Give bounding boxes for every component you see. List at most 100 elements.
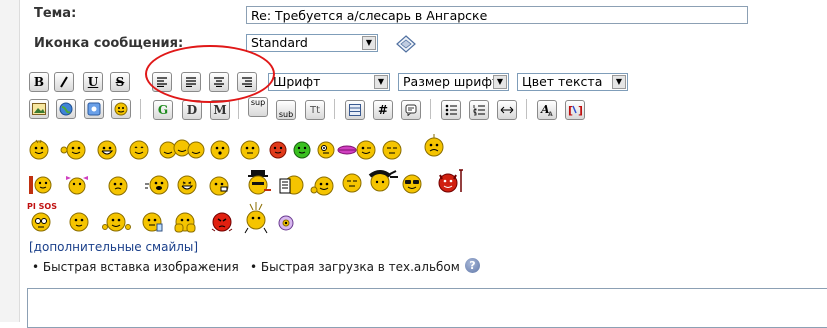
align-justify-button[interactable] xyxy=(181,72,201,92)
sos-smiley-icon[interactable] xyxy=(27,210,57,234)
shout-smiley-icon[interactable] xyxy=(143,170,173,198)
drinking-smiley-icon[interactable] xyxy=(140,209,166,235)
clapping-smiley-icon[interactable] xyxy=(102,209,132,235)
message-icon-label: Иконка сообщения: xyxy=(34,36,184,51)
toolbar-divider xyxy=(238,99,239,119)
waving-smiley-icon[interactable] xyxy=(310,172,336,198)
font-size-select[interactable]: Размер шрифта ▼ xyxy=(398,73,509,91)
toolbar-divider xyxy=(430,99,431,119)
chevron-down-icon: ▼ xyxy=(612,75,626,89)
wave-smiley-icon[interactable] xyxy=(60,136,90,162)
message-icon-select-value: Standard xyxy=(251,35,308,50)
crazy-smiley-icon[interactable] xyxy=(240,200,274,236)
more-smileys-link[interactable]: [дополнительные смайлы] xyxy=(29,240,198,254)
strikethrough-button[interactable]: S xyxy=(110,72,130,92)
insert-smiley-button[interactable] xyxy=(111,99,131,119)
svg-text:[: [ xyxy=(568,104,573,117)
laughing-smiley-icon[interactable] xyxy=(173,170,201,198)
bullet-list-button[interactable] xyxy=(441,100,461,120)
bow-smiley-icon[interactable] xyxy=(62,170,92,198)
quick-upload-item[interactable]: • Быстрая загрузка в тех.альбом xyxy=(250,260,460,274)
remove-format-button[interactable]: [] xyxy=(565,100,585,120)
numbered-list-button[interactable] xyxy=(469,100,489,120)
numbered-list-icon xyxy=(473,105,485,116)
message-icon-select[interactable]: Standard ▼ xyxy=(246,34,378,52)
smile-icon[interactable] xyxy=(27,136,53,162)
whistle-smiley-icon[interactable] xyxy=(208,136,234,162)
image-icon xyxy=(32,103,46,115)
text-color-select-value: Цвет текста xyxy=(522,74,603,89)
text-color-select[interactable]: Цвет текста ▼ xyxy=(517,73,628,91)
table-button[interactable] xyxy=(345,100,365,120)
clear-format-icon: [] xyxy=(568,104,582,117)
align-justify-icon xyxy=(186,77,196,87)
grin-icon[interactable] xyxy=(95,136,121,162)
crying-smiley-icon[interactable] xyxy=(422,132,448,162)
boxing-smiley-icon[interactable] xyxy=(171,208,199,236)
blah-smiley-icon[interactable] xyxy=(207,172,233,198)
crowd-smiley-icon[interactable] xyxy=(158,134,206,162)
align-center-icon xyxy=(214,77,224,87)
table-icon xyxy=(349,104,361,116)
gangster-smiley-icon[interactable] xyxy=(244,168,274,198)
align-left-icon xyxy=(157,77,167,87)
devil-smiley-icon[interactable] xyxy=(430,166,470,196)
message-textarea[interactable] xyxy=(27,288,827,328)
shy-smiley-icon[interactable] xyxy=(67,209,93,235)
ninja-smiley-icon[interactable] xyxy=(366,166,400,196)
m-button[interactable]: M xyxy=(210,100,230,120)
wink-smiley-icon[interactable] xyxy=(354,136,380,162)
chevron-down-icon: ▼ xyxy=(493,75,507,89)
quote-button[interactable] xyxy=(401,100,421,120)
sunglasses-smiley-icon[interactable] xyxy=(400,170,426,196)
green-smiley-icon[interactable] xyxy=(290,137,314,161)
underline-button[interactable]: U xyxy=(83,72,103,92)
subject-input[interactable]: Re: Требуется а/слесарь в Ангарске xyxy=(246,6,748,24)
pout-icon[interactable] xyxy=(238,136,264,162)
smug-smiley-icon[interactable] xyxy=(340,170,366,196)
dizzy-smiley-icon[interactable] xyxy=(314,137,338,161)
align-right-icon xyxy=(242,77,252,87)
d-button[interactable]: D xyxy=(182,100,202,120)
chevron-down-icon: ▼ xyxy=(362,36,376,50)
subscript-button[interactable]: sub xyxy=(276,100,296,120)
help-icon[interactable]: ? xyxy=(465,258,480,273)
diamond-icon xyxy=(396,35,416,53)
insert-link-button[interactable] xyxy=(56,99,76,119)
puzzle-icon xyxy=(87,102,101,116)
code-button[interactable]: # xyxy=(373,100,393,120)
align-right-button[interactable] xyxy=(237,72,257,92)
bullet-list-icon xyxy=(445,104,457,116)
align-center-button[interactable] xyxy=(209,72,229,92)
eye-smiley-icon[interactable] xyxy=(276,213,296,233)
reading-smiley-icon[interactable] xyxy=(27,170,55,198)
superscript-button[interactable]: sup xyxy=(248,97,268,117)
italic-icon xyxy=(60,76,68,88)
insert-email-button[interactable] xyxy=(84,99,104,119)
quick-image-item[interactable]: • Быстрая вставка изображения xyxy=(32,260,239,274)
toolbar-divider xyxy=(140,99,141,119)
google-button[interactable]: G xyxy=(153,100,173,120)
typewriter-button[interactable]: Tt xyxy=(305,100,325,120)
bored-smiley-icon[interactable] xyxy=(380,136,406,162)
quick-upload-link[interactable]: Быстрая загрузка в тех.альбом xyxy=(261,260,460,274)
font-size-select-value: Размер шрифта xyxy=(403,74,507,89)
subject-label: Тема: xyxy=(34,6,77,21)
left-border-strip xyxy=(0,0,20,322)
bold-button[interactable]: B xyxy=(29,72,49,92)
red-smiley-icon[interactable] xyxy=(266,137,290,161)
insert-image-button[interactable] xyxy=(29,99,49,119)
chevron-down-icon: ▼ xyxy=(374,75,388,89)
font-select[interactable]: Шрифт ▼ xyxy=(268,73,390,91)
arrows-horizontal-icon xyxy=(500,106,514,114)
horizontal-rule-button[interactable] xyxy=(497,100,517,120)
svg-text:]: ] xyxy=(578,104,582,117)
angry-red-smiley-icon[interactable] xyxy=(208,209,236,237)
italic-button[interactable] xyxy=(54,72,74,92)
spellcheck-button[interactable]: AA xyxy=(537,100,557,120)
happy-icon[interactable] xyxy=(127,136,153,162)
thinking-smiley-icon[interactable] xyxy=(106,172,132,198)
align-left-button[interactable] xyxy=(152,72,172,92)
paper-smiley-icon[interactable] xyxy=(278,170,306,198)
quick-image-link[interactable]: Быстрая вставка изображения xyxy=(43,260,239,274)
